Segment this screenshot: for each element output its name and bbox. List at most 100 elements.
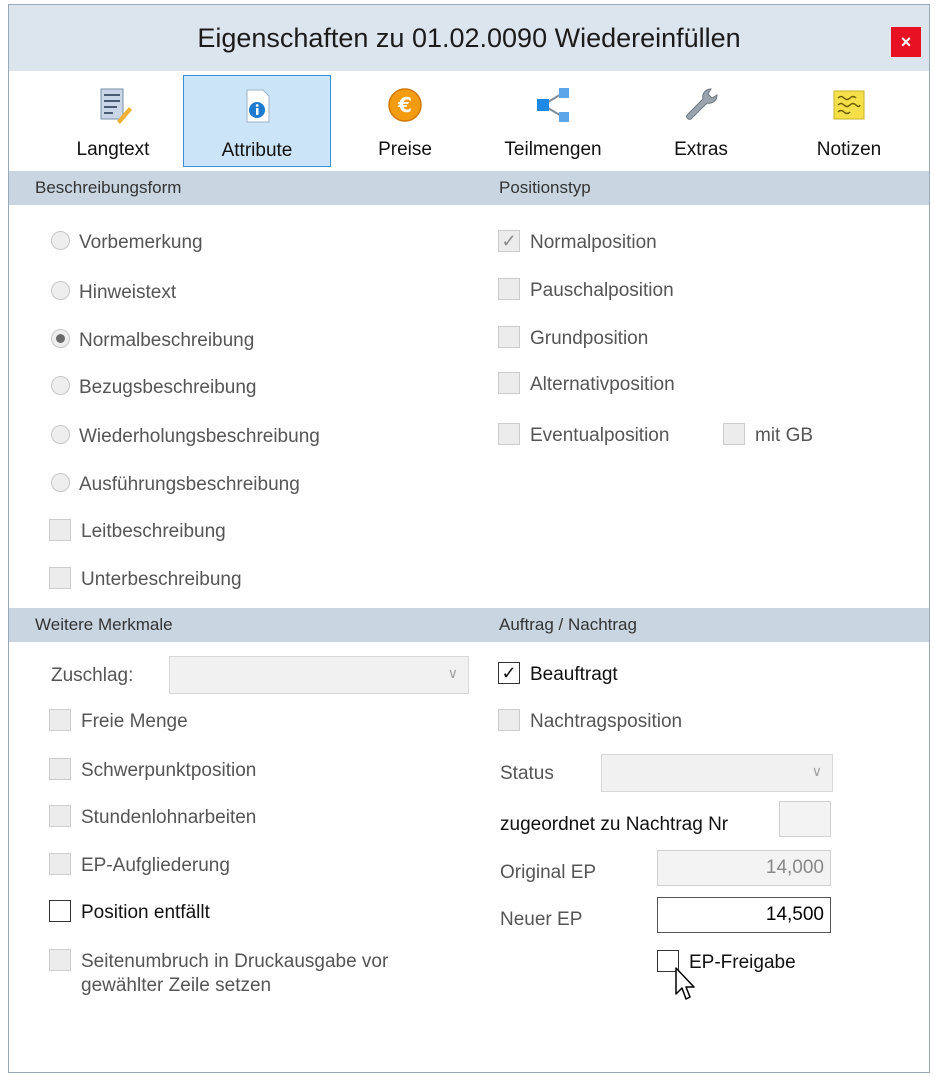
checkbox-box[interactable] xyxy=(498,277,520,300)
radio-circle[interactable] xyxy=(51,281,70,301)
tab-preise[interactable]: € Preise xyxy=(331,75,479,167)
tab-extras[interactable]: Extras xyxy=(627,75,775,167)
checkbox-label: EP-Aufgliederung xyxy=(81,855,230,876)
close-button[interactable]: × xyxy=(891,27,921,57)
checkbox-label: Schwerpunktposition xyxy=(81,760,257,781)
note-icon xyxy=(833,90,865,120)
checkbox-leitbeschreibung[interactable]: Leitbeschreibung xyxy=(49,518,226,546)
radio-circle[interactable] xyxy=(51,425,70,445)
checkbox-box[interactable] xyxy=(723,422,745,445)
chevron-down-icon: ∨ xyxy=(447,665,458,681)
positionstyp-heading: Positionstyp xyxy=(499,178,591,197)
checkbox-label: Unterbeschreibung xyxy=(81,569,242,590)
checkbox-box-checked[interactable]: ✓ xyxy=(498,229,520,252)
checkbox-box[interactable] xyxy=(49,804,71,827)
checkbox-box-checked[interactable]: ✓ xyxy=(498,661,520,684)
checkbox-box[interactable] xyxy=(49,518,71,541)
beschreibungsform-heading: Beschreibungsform xyxy=(35,178,182,197)
attribute-info-icon xyxy=(246,89,270,123)
checkbox-nachtragsposition[interactable]: Nachtragsposition xyxy=(498,708,682,736)
radio-label: Vorbemerkung xyxy=(79,232,203,253)
checkbox-label: EP-Freigabe xyxy=(689,952,796,973)
properties-dialog: Eigenschaften zu 01.02.0090 Wiedereinfül… xyxy=(8,4,930,1073)
status-dropdown[interactable]: ∨ xyxy=(601,754,833,792)
zuschlag-label: Zuschlag: xyxy=(51,665,134,686)
tab-preise-label: Preise xyxy=(378,139,432,160)
radio-wiederholungsbeschreibung[interactable]: Wiederholungsbeschreibung xyxy=(51,423,320,451)
tab-langtext[interactable]: Langtext xyxy=(39,75,187,167)
checkbox-label: Normalposition xyxy=(530,232,657,253)
checkbox-label: Grundposition xyxy=(530,328,649,349)
checkbox-label: Leitbeschreibung xyxy=(81,521,226,542)
radio-circle-selected[interactable] xyxy=(51,329,70,349)
langtext-icon xyxy=(100,88,132,124)
checkbox-schwerpunktposition[interactable]: Schwerpunktposition xyxy=(49,757,256,785)
checkbox-mit-gb[interactable]: mit GB xyxy=(723,422,813,450)
checkbox-grundposition[interactable]: Grundposition xyxy=(498,325,648,353)
radio-ausfuehrungsbeschreibung[interactable]: Ausführungsbeschreibung xyxy=(51,471,300,499)
checkbox-box[interactable] xyxy=(49,708,71,731)
section-header-row-2: Weitere Merkmale Auftrag / Nachtrag xyxy=(9,608,929,642)
nachtrag-nr-input[interactable] xyxy=(779,801,831,837)
tab-notizen[interactable]: Notizen xyxy=(775,75,923,167)
radio-circle[interactable] xyxy=(51,473,70,493)
original-ep-label: Original EP xyxy=(500,862,597,883)
checkbox-stundenlohnarbeiten[interactable]: Stundenlohnarbeiten xyxy=(49,804,256,832)
checkbox-freie-menge[interactable]: Freie Menge xyxy=(49,708,188,736)
radio-circle[interactable] xyxy=(51,376,70,396)
zuschlag-dropdown[interactable]: ∨ xyxy=(169,656,469,694)
checkbox-label: Eventualposition xyxy=(530,425,670,446)
checkbox-label-line1: Seitenumbruch in Druckausgabe vor xyxy=(81,951,389,972)
checkbox-box[interactable] xyxy=(498,422,520,445)
auftrag-nachtrag-heading: Auftrag / Nachtrag xyxy=(499,615,637,634)
checkbox-label: Nachtragsposition xyxy=(530,711,683,732)
tab-teilmengen-label: Teilmengen xyxy=(504,139,602,160)
radio-bezugsbeschreibung[interactable]: Bezugsbeschreibung xyxy=(51,374,256,402)
radio-label: Ausführungsbeschreibung xyxy=(79,474,300,495)
title-bar[interactable]: Eigenschaften zu 01.02.0090 Wiedereinfül… xyxy=(9,5,929,71)
checkbox-box[interactable] xyxy=(498,371,520,394)
mouse-cursor-icon xyxy=(675,967,695,1000)
tab-attribute[interactable]: Attribute xyxy=(183,75,331,167)
checkbox-label: Stundenlohnarbeiten xyxy=(81,807,257,828)
checkbox-ep-aufgliederung[interactable]: EP-Aufgliederung xyxy=(49,852,230,880)
checkbox-label: Alternativposition xyxy=(530,374,675,395)
checkbox-label: Beauftragt xyxy=(530,664,618,685)
checkbox-unterbeschreibung[interactable]: Unterbeschreibung xyxy=(49,566,242,594)
radio-label: Bezugsbeschreibung xyxy=(79,377,257,398)
neuer-ep-label: Neuer EP xyxy=(500,909,583,930)
section-header-row-1: Beschreibungsform Positionstyp xyxy=(9,171,929,205)
checkbox-pauschalposition[interactable]: Pauschalposition xyxy=(498,277,674,305)
checkbox-box[interactable] xyxy=(498,708,520,731)
radio-circle[interactable] xyxy=(51,231,70,251)
checkbox-normalposition[interactable]: ✓ Normalposition xyxy=(498,229,657,257)
radio-vorbemerkung[interactable]: Vorbemerkung xyxy=(51,229,203,257)
tab-notizen-label: Notizen xyxy=(816,139,882,160)
checkbox-alternativposition[interactable]: Alternativposition xyxy=(498,371,675,399)
checkbox-box[interactable] xyxy=(49,948,71,971)
checkbox-box[interactable] xyxy=(498,325,520,348)
radio-normalbeschreibung[interactable]: Normalbeschreibung xyxy=(51,327,254,355)
checkbox-box[interactable] xyxy=(49,852,71,875)
tab-teilmengen[interactable]: Teilmengen xyxy=(479,75,627,167)
checkbox-label: mit GB xyxy=(755,425,814,446)
radio-hinweistext[interactable]: Hinweistext xyxy=(51,279,176,307)
neuer-ep-input[interactable]: 14,500 xyxy=(657,897,831,933)
checkbox-beauftragt[interactable]: ✓ Beauftragt xyxy=(498,661,618,689)
status-label: Status xyxy=(500,763,554,784)
tab-langtext-label: Langtext xyxy=(76,139,150,160)
checkbox-box[interactable] xyxy=(49,899,71,922)
tab-extras-label: Extras xyxy=(674,139,728,160)
checkbox-label: Pauschalposition xyxy=(530,280,674,301)
svg-text:€: € xyxy=(397,93,412,117)
checkbox-box[interactable] xyxy=(49,566,71,589)
window-title: Eigenschaften zu 01.02.0090 Wiedereinfül… xyxy=(197,23,741,53)
checkbox-eventualposition[interactable]: Eventualposition xyxy=(498,422,669,450)
checkbox-position-entfaellt[interactable]: Position entfällt xyxy=(49,899,210,927)
toolbar: Langtext Attribute € Preise Teilmengen E… xyxy=(9,71,929,171)
checkbox-box[interactable] xyxy=(49,757,71,780)
radio-label: Normalbeschreibung xyxy=(79,330,255,351)
chevron-down-icon: ∨ xyxy=(811,763,822,779)
wrench-icon xyxy=(686,88,718,120)
checkbox-seitenumbruch[interactable]: Seitenumbruch in Druckausgabe vor xyxy=(49,948,388,976)
